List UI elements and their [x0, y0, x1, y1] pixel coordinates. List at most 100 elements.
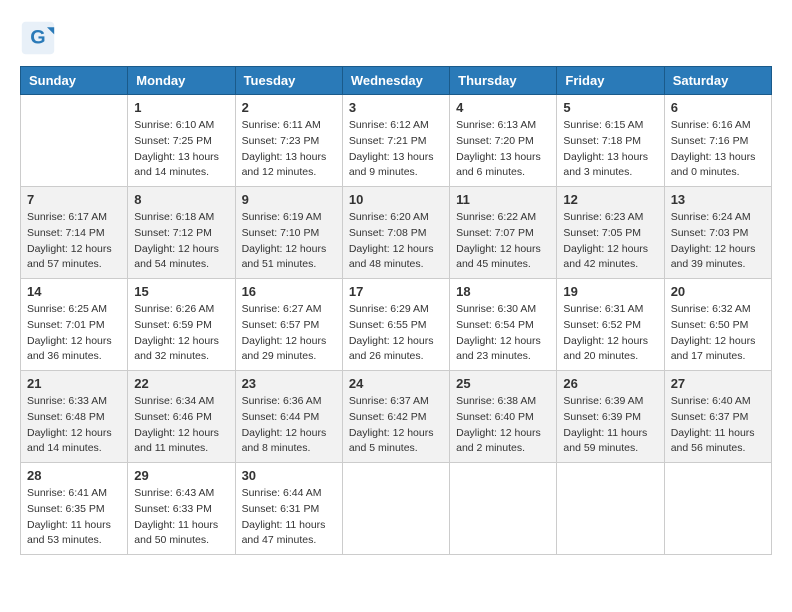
calendar-cell [342, 463, 449, 555]
day-info: Sunrise: 6:44 AMSunset: 6:31 PMDaylight:… [242, 486, 336, 549]
day-number: 14 [27, 284, 121, 299]
calendar-cell: 12Sunrise: 6:23 AMSunset: 7:05 PMDayligh… [557, 187, 664, 279]
calendar-cell: 21 Sunrise: 6:33 AMSunset: 6:48 PMDayligh… [21, 371, 128, 463]
calendar-week-row: 1 Sunrise: 6:10 AMSunset: 7:25 PMDaylight… [21, 95, 772, 187]
logo-icon: G [20, 20, 56, 56]
day-info: Sunrise: 6:25 AMSunset: 7:01 PMDaylight:… [27, 302, 121, 365]
calendar-cell: 22Sunrise: 6:34 AMSunset: 6:46 PMDayligh… [128, 371, 235, 463]
calendar-cell: 27 Sunrise: 6:40 AMSunset: 6:37 PMDayligh… [664, 371, 771, 463]
day-number: 27 [671, 376, 765, 391]
calendar-week-row: 7 Sunrise: 6:17 AMSunset: 7:14 PMDaylight… [21, 187, 772, 279]
calendar-cell: 3 Sunrise: 6:12 AMSunset: 7:21 PMDaylight… [342, 95, 449, 187]
day-number: 22 [134, 376, 228, 391]
weekday-header: Tuesday [235, 67, 342, 95]
day-info: Sunrise: 6:33 AMSunset: 6:48 PMDaylight:… [27, 394, 121, 457]
calendar-cell: 29 Sunrise: 6:43 AMSunset: 6:33 PMDayligh… [128, 463, 235, 555]
calendar-header-row: SundayMondayTuesdayWednesdayThursdayFrid… [21, 67, 772, 95]
weekday-header: Friday [557, 67, 664, 95]
day-info: Sunrise: 6:22 AMSunset: 7:07 PMDaylight:… [456, 210, 550, 273]
day-number: 13 [671, 192, 765, 207]
day-number: 19 [563, 284, 657, 299]
day-number: 29 [134, 468, 228, 483]
calendar-cell: 10 Sunrise: 6:20 AMSunset: 7:08 PMDayligh… [342, 187, 449, 279]
day-info: Sunrise: 6:10 AMSunset: 7:25 PMDaylight:… [134, 118, 228, 181]
calendar-cell: 8 Sunrise: 6:18 AMSunset: 7:12 PMDaylight… [128, 187, 235, 279]
svg-text:G: G [30, 26, 45, 48]
day-info: Sunrise: 6:27 AMSunset: 6:57 PMDaylight:… [242, 302, 336, 365]
day-number: 25 [456, 376, 550, 391]
day-info: Sunrise: 6:13 AMSunset: 7:20 PMDaylight:… [456, 118, 550, 181]
calendar-cell: 11 Sunrise: 6:22 AMSunset: 7:07 PMDayligh… [450, 187, 557, 279]
day-number: 15 [134, 284, 228, 299]
logo: G [20, 20, 62, 56]
day-number: 8 [134, 192, 228, 207]
calendar-cell [557, 463, 664, 555]
day-number: 9 [242, 192, 336, 207]
day-info: Sunrise: 6:30 AMSunset: 6:54 PMDaylight:… [456, 302, 550, 365]
day-number: 16 [242, 284, 336, 299]
day-number: 6 [671, 100, 765, 115]
day-number: 10 [349, 192, 443, 207]
day-info: Sunrise: 6:15 AMSunset: 7:18 PMDaylight:… [563, 118, 657, 181]
calendar-cell: 1 Sunrise: 6:10 AMSunset: 7:25 PMDaylight… [128, 95, 235, 187]
calendar-cell [21, 95, 128, 187]
calendar-cell: 15Sunrise: 6:26 AMSunset: 6:59 PMDayligh… [128, 279, 235, 371]
calendar-cell: 7 Sunrise: 6:17 AMSunset: 7:14 PMDaylight… [21, 187, 128, 279]
day-info: Sunrise: 6:17 AMSunset: 7:14 PMDaylight:… [27, 210, 121, 273]
calendar-cell: 28Sunrise: 6:41 AMSunset: 6:35 PMDayligh… [21, 463, 128, 555]
weekday-header: Sunday [21, 67, 128, 95]
weekday-header: Thursday [450, 67, 557, 95]
day-info: Sunrise: 6:36 AMSunset: 6:44 PMDaylight:… [242, 394, 336, 457]
calendar-cell [664, 463, 771, 555]
day-info: Sunrise: 6:19 AMSunset: 7:10 PMDaylight:… [242, 210, 336, 273]
day-number: 7 [27, 192, 121, 207]
calendar-cell: 16 Sunrise: 6:27 AMSunset: 6:57 PMDayligh… [235, 279, 342, 371]
day-number: 5 [563, 100, 657, 115]
calendar-week-row: 28Sunrise: 6:41 AMSunset: 6:35 PMDayligh… [21, 463, 772, 555]
calendar-cell: 14 Sunrise: 6:25 AMSunset: 7:01 PMDayligh… [21, 279, 128, 371]
day-info: Sunrise: 6:18 AMSunset: 7:12 PMDaylight:… [134, 210, 228, 273]
day-info: Sunrise: 6:20 AMSunset: 7:08 PMDaylight:… [349, 210, 443, 273]
calendar-cell: 26 Sunrise: 6:39 AMSunset: 6:39 PMDayligh… [557, 371, 664, 463]
calendar-cell: 19 Sunrise: 6:31 AMSunset: 6:52 PMDayligh… [557, 279, 664, 371]
day-number: 3 [349, 100, 443, 115]
calendar-cell: 24Sunrise: 6:37 AMSunset: 6:42 PMDayligh… [342, 371, 449, 463]
calendar-cell: 23Sunrise: 6:36 AMSunset: 6:44 PMDayligh… [235, 371, 342, 463]
day-info: Sunrise: 6:16 AMSunset: 7:16 PMDaylight:… [671, 118, 765, 181]
calendar-cell: 2Sunrise: 6:11 AMSunset: 7:23 PMDaylight… [235, 95, 342, 187]
calendar-week-row: 21 Sunrise: 6:33 AMSunset: 6:48 PMDayligh… [21, 371, 772, 463]
calendar-table: SundayMondayTuesdayWednesdayThursdayFrid… [20, 66, 772, 555]
calendar-week-row: 14 Sunrise: 6:25 AMSunset: 7:01 PMDayligh… [21, 279, 772, 371]
calendar-cell: 20Sunrise: 6:32 AMSunset: 6:50 PMDayligh… [664, 279, 771, 371]
day-number: 24 [349, 376, 443, 391]
day-number: 11 [456, 192, 550, 207]
calendar-cell: 5 Sunrise: 6:15 AMSunset: 7:18 PMDaylight… [557, 95, 664, 187]
day-info: Sunrise: 6:40 AMSunset: 6:37 PMDaylight:… [671, 394, 765, 457]
calendar-cell: 13 Sunrise: 6:24 AMSunset: 7:03 PMDayligh… [664, 187, 771, 279]
day-number: 17 [349, 284, 443, 299]
calendar-cell: 30 Sunrise: 6:44 AMSunset: 6:31 PMDayligh… [235, 463, 342, 555]
day-info: Sunrise: 6:43 AMSunset: 6:33 PMDaylight:… [134, 486, 228, 549]
weekday-header: Monday [128, 67, 235, 95]
day-info: Sunrise: 6:31 AMSunset: 6:52 PMDaylight:… [563, 302, 657, 365]
day-number: 18 [456, 284, 550, 299]
day-number: 20 [671, 284, 765, 299]
day-number: 30 [242, 468, 336, 483]
day-number: 28 [27, 468, 121, 483]
page-header: G [20, 20, 772, 56]
day-number: 21 [27, 376, 121, 391]
calendar-cell: 25 Sunrise: 6:38 AMSunset: 6:40 PMDayligh… [450, 371, 557, 463]
day-info: Sunrise: 6:24 AMSunset: 7:03 PMDaylight:… [671, 210, 765, 273]
weekday-header: Wednesday [342, 67, 449, 95]
weekday-header: Saturday [664, 67, 771, 95]
day-info: Sunrise: 6:39 AMSunset: 6:39 PMDaylight:… [563, 394, 657, 457]
day-number: 2 [242, 100, 336, 115]
day-info: Sunrise: 6:12 AMSunset: 7:21 PMDaylight:… [349, 118, 443, 181]
day-info: Sunrise: 6:23 AMSunset: 7:05 PMDaylight:… [563, 210, 657, 273]
calendar-cell: 6 Sunrise: 6:16 AMSunset: 7:16 PMDaylight… [664, 95, 771, 187]
calendar-cell: 4Sunrise: 6:13 AMSunset: 7:20 PMDaylight… [450, 95, 557, 187]
day-info: Sunrise: 6:38 AMSunset: 6:40 PMDaylight:… [456, 394, 550, 457]
day-number: 26 [563, 376, 657, 391]
calendar-cell [450, 463, 557, 555]
day-number: 1 [134, 100, 228, 115]
